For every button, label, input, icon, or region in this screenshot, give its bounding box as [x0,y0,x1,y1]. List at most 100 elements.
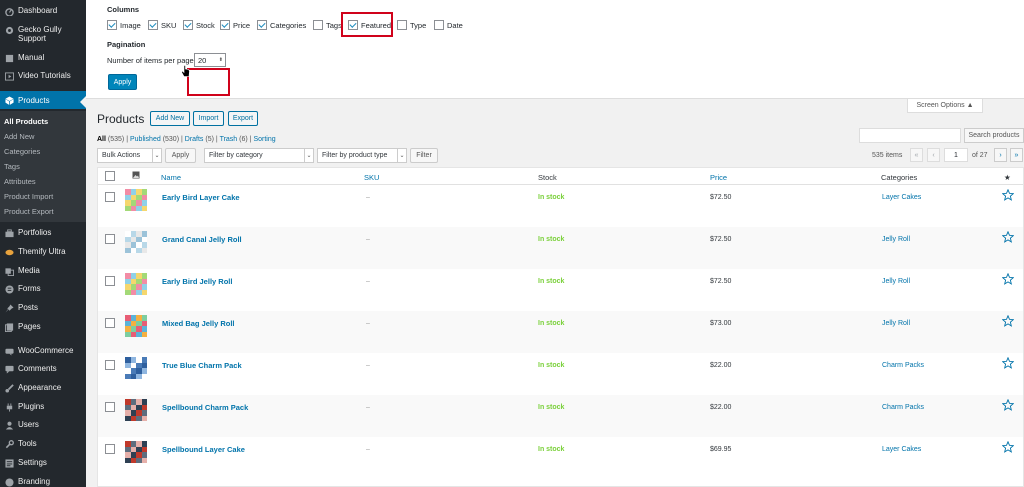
product-thumbnail[interactable] [125,357,147,379]
product-name-link[interactable]: Spellbound Charm Pack [162,403,248,412]
sidebar-item-users[interactable]: Users [0,420,86,430]
column-option-categories[interactable]: Categories [257,20,306,30]
featured-column-header[interactable]: ★ [1004,173,1011,182]
column-option-tags[interactable]: Tags [313,20,342,30]
product-name-link[interactable]: Spellbound Layer Cake [162,445,245,454]
checkbox[interactable] [313,20,323,30]
category-filter-select[interactable]: Filter by category ⌄ [204,148,314,163]
filter-button[interactable]: Filter [410,148,438,163]
product-category-link[interactable]: Layer Cakes [882,446,921,453]
checkbox[interactable] [397,20,407,30]
sidebar-item-dashboard[interactable]: Dashboard [0,6,86,16]
next-page-button[interactable]: › [994,148,1007,162]
name-column-header[interactable]: Name [161,173,181,182]
column-option-sku[interactable]: SKU [148,20,176,30]
sidebar-item-forms[interactable]: Forms [0,284,86,294]
per-page-input[interactable]: 20 ⬍ [194,53,226,67]
column-option-price[interactable]: Price [220,20,250,30]
sidebar-item-posts[interactable]: Posts [0,303,86,313]
sidebar-item-pages[interactable]: Pages [0,322,86,332]
last-page-button[interactable]: » [1010,148,1023,162]
checkbox[interactable] [183,20,193,30]
column-option-type[interactable]: Type [397,20,426,30]
sidebar-item-woocommerce[interactable]: WooCommerce [0,346,86,356]
row-checkbox[interactable] [105,276,115,286]
checkbox[interactable] [148,20,158,30]
row-checkbox[interactable] [105,444,115,454]
product-category-link[interactable]: Jelly Roll [882,278,910,285]
product-category-link[interactable]: Charm Packs [882,362,924,369]
select-all-checkbox[interactable] [105,171,115,181]
featured-star-icon[interactable] [1002,231,1014,243]
row-checkbox[interactable] [105,360,115,370]
search-input[interactable] [859,128,961,143]
column-option-date[interactable]: Date [434,20,463,30]
featured-star-icon[interactable] [1002,315,1014,327]
checkbox[interactable] [257,20,267,30]
product-name-link[interactable]: Early Bird Jelly Roll [162,277,232,286]
featured-star-icon[interactable] [1002,273,1014,285]
submenu-attributes[interactable]: Attributes [0,177,86,186]
product-category-link[interactable]: Jelly Roll [882,320,910,327]
sidebar-item-products[interactable]: Products [0,91,86,109]
product-thumbnail[interactable] [125,231,147,253]
row-checkbox[interactable] [105,192,115,202]
bulk-actions-select[interactable]: Bulk Actions ⌄ [97,148,162,163]
prev-page-button[interactable]: ‹ [927,148,940,162]
checkbox[interactable] [107,20,117,30]
sidebar-item-themify-ultra[interactable]: Themify Ultra [0,247,86,257]
view-trash[interactable]: Trash [220,136,238,143]
product-name-link[interactable]: True Blue Charm Pack [162,361,242,370]
sidebar-item-plugins[interactable]: Plugins [0,402,86,412]
view-drafts[interactable]: Drafts [185,136,204,143]
product-category-link[interactable]: Charm Packs [882,404,924,411]
sidebar-item-media[interactable]: Media [0,266,86,276]
row-checkbox[interactable] [105,234,115,244]
product-category-link[interactable]: Jelly Roll [882,236,910,243]
row-checkbox[interactable] [105,402,115,412]
view-all[interactable]: All [97,136,106,143]
first-page-button[interactable]: « [910,148,923,162]
bulk-apply-button[interactable]: Apply [165,148,196,163]
sidebar-item-settings[interactable]: Settings [0,458,86,468]
featured-star-icon[interactable] [1002,399,1014,411]
apply-button[interactable]: Apply [108,74,137,90]
price-column-header[interactable]: Price [710,173,727,182]
product-thumbnail[interactable] [125,441,147,463]
checkbox[interactable] [220,20,230,30]
submenu-add-new[interactable]: Add New [0,132,86,141]
row-checkbox[interactable] [105,318,115,328]
submenu-all-products[interactable]: All Products [0,117,86,126]
submenu-categories[interactable]: Categories [0,147,86,156]
view-sorting[interactable]: Sorting [253,136,275,143]
featured-star-icon[interactable] [1002,189,1014,201]
product-category-link[interactable]: Layer Cakes [882,194,921,201]
sidebar-item-comments[interactable]: Comments [0,364,86,374]
screen-options-toggle[interactable]: Screen Options ▲ [907,99,983,113]
sidebar-item-manual[interactable]: Manual [0,53,86,63]
product-name-link[interactable]: Early Bird Layer Cake [162,193,240,202]
featured-star-icon[interactable] [1002,357,1014,369]
view-published[interactable]: Published [130,136,161,143]
current-page-input[interactable]: 1 [944,148,968,162]
import-button[interactable]: Import [193,111,224,126]
sku-column-header[interactable]: SKU [364,173,379,182]
sidebar-item-tools[interactable]: Tools [0,439,86,449]
sidebar-item-support[interactable]: Gecko Gully Support [0,25,86,43]
spinner-icon[interactable]: ⬍ [219,57,223,63]
export-button[interactable]: Export [228,111,258,126]
add-new-button[interactable]: Add New [150,111,190,126]
search-products-button[interactable]: Search products [964,128,1024,143]
sidebar-item-video-tutorials[interactable]: Video Tutorials [0,71,86,81]
product-thumbnail[interactable] [125,189,147,211]
product-thumbnail[interactable] [125,399,147,421]
featured-star-icon[interactable] [1002,441,1014,453]
sidebar-item-appearance[interactable]: Appearance [0,383,86,393]
product-thumbnail[interactable] [125,315,147,337]
submenu-tags[interactable]: Tags [0,162,86,171]
column-option-image[interactable]: Image [107,20,141,30]
column-option-stock[interactable]: Stock [183,20,215,30]
sidebar-item-portfolios[interactable]: Portfolios [0,228,86,238]
product-name-link[interactable]: Mixed Bag Jelly Roll [162,319,235,328]
submenu-product-import[interactable]: Product Import [0,192,86,201]
